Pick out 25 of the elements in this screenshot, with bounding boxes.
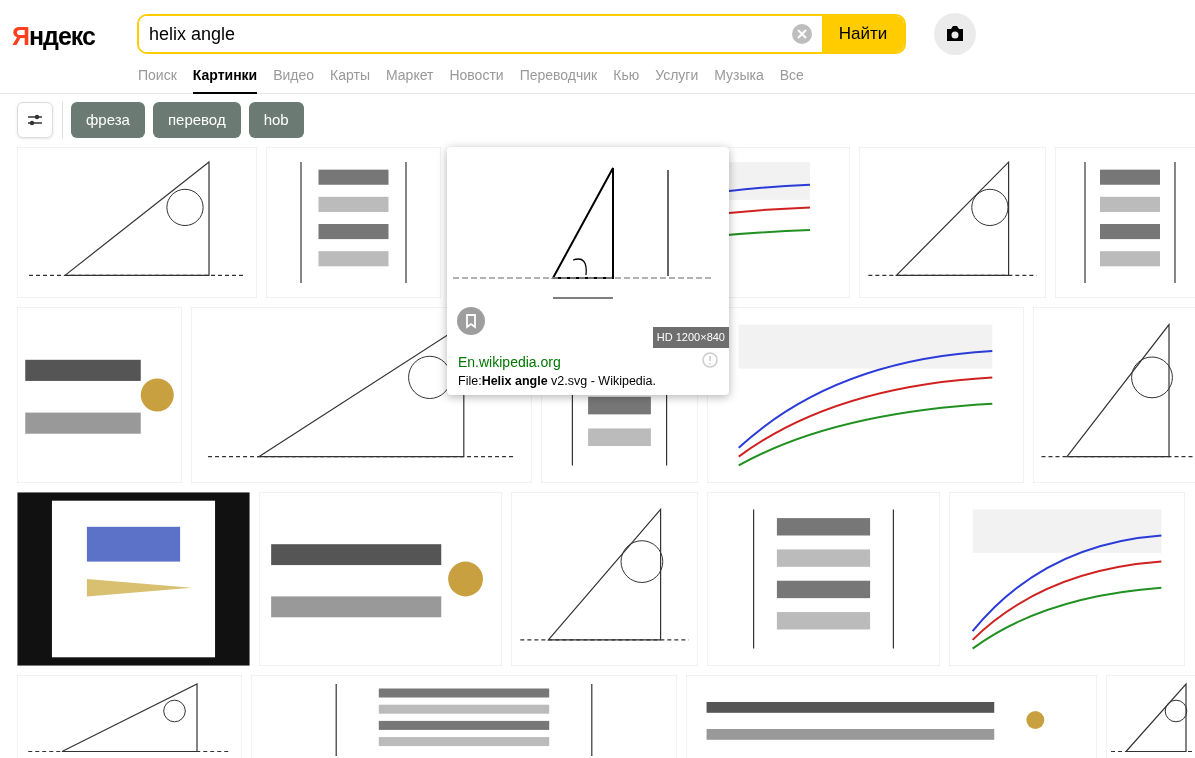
camera-button[interactable] [934, 13, 976, 55]
bookmark-icon[interactable] [457, 307, 485, 335]
nav-tab[interactable]: Видео [273, 64, 315, 94]
nav-tab[interactable]: Все [779, 64, 804, 94]
nav-tab[interactable]: Музыка [714, 64, 764, 94]
image-caption: File:Helix angle v2.svg - Wikipedia. [458, 373, 656, 390]
source-link[interactable]: En.wikipedia.org [458, 352, 561, 373]
suggestion-chip[interactable]: фреза [71, 102, 145, 138]
nav-tab[interactable]: Кью [613, 64, 640, 94]
suggestion-chip[interactable]: hob [248, 102, 304, 138]
filter-icon [27, 113, 43, 127]
search-button[interactable]: Найти [822, 16, 904, 52]
camera-icon [945, 25, 965, 43]
nav-tab[interactable]: Переводчик [519, 64, 598, 94]
nav-tab[interactable]: Поиск [138, 64, 177, 94]
nav-tab[interactable]: Маркет [386, 64, 434, 94]
logo[interactable]: Яндекс [12, 18, 95, 56]
nav-tab[interactable]: Карты [330, 64, 370, 94]
nav-tab[interactable]: Услуги [655, 64, 699, 94]
resolution-badge: HD 1200×840 [652, 327, 729, 348]
search-bar[interactable]: helix angle Найти [137, 14, 906, 54]
nav-tab[interactable]: Новости [449, 64, 504, 94]
filter-button[interactable] [17, 102, 53, 138]
nav-tab[interactable]: Картинки [192, 64, 258, 94]
suggestion-chip[interactable]: перевод [152, 102, 241, 138]
